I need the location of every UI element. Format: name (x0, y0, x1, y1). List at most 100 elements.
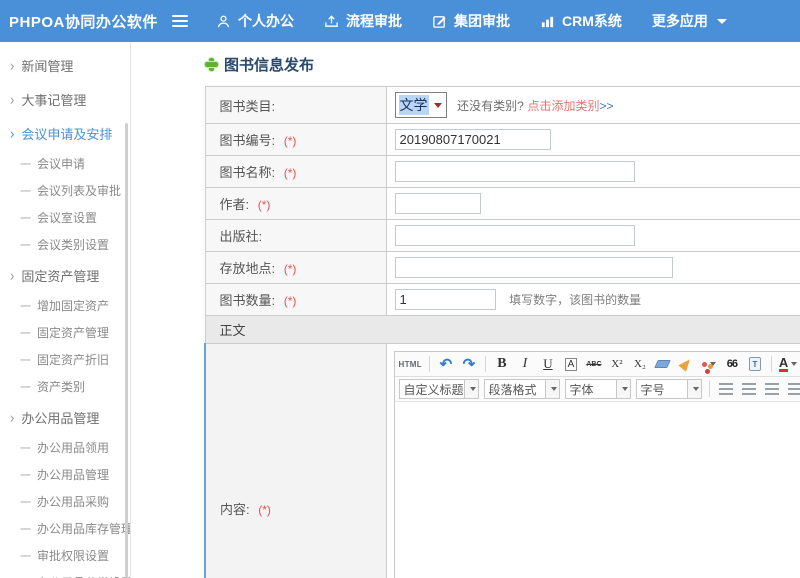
paste-icon[interactable]: T (746, 354, 764, 374)
add-plus-icon (205, 58, 218, 71)
nav-group-approval[interactable]: 集团审批 (432, 11, 510, 31)
quantity-input[interactable] (395, 289, 496, 310)
font-color-icon[interactable]: A (779, 354, 797, 374)
field-label: 内容: (220, 502, 250, 517)
publisher-input[interactable] (395, 225, 635, 246)
page-title: 图书信息发布 (205, 54, 800, 75)
custom-title-combo[interactable]: 自定义标题 (399, 379, 479, 399)
sidebar-item-asset-category[interactable]: 一 资产类别 (0, 373, 130, 400)
location-input[interactable] (395, 257, 673, 278)
form-row-quantity: 图书数量: (*) 填写数字，该图书的数量 (205, 284, 800, 316)
nav-label: 流程审批 (346, 11, 402, 31)
blockquote-icon[interactable]: 66 (723, 354, 741, 374)
field-label: 图书编号: (220, 133, 276, 148)
sidebar-item-supplies-purchase[interactable]: 一 办公用品采购 (0, 488, 130, 515)
sidebar-item-asset-manage[interactable]: 一 固定资产管理 (0, 319, 130, 346)
sidebar-item-meeting-apply[interactable]: 一 会议申请 (0, 150, 130, 177)
caret-down-icon (710, 362, 716, 366)
paragraph-format-combo[interactable]: 段落格式 (484, 379, 560, 399)
nav-crm-system[interactable]: CRM系统 (540, 11, 622, 31)
author-input[interactable] (395, 193, 481, 214)
undo-icon[interactable]: ↶ (437, 354, 455, 374)
align-right-icon[interactable] (763, 379, 781, 399)
add-category-arrows[interactable]: >> (599, 99, 613, 113)
form-row-category: 图书类目: 文学 还没有类别? 点击添加类别>> (205, 87, 800, 124)
dash-icon: 一 (20, 352, 31, 368)
main-content: 图书信息发布 图书类目: 文学 还没有类别? 点击添加类别>> 图书编号 (132, 42, 800, 578)
subscript-icon[interactable]: X₂ (631, 354, 649, 374)
sidebar-item-asset-depreciation[interactable]: 一 固定资产折旧 (0, 346, 130, 373)
form-row-book-name: 图书名称: (*) (205, 156, 800, 188)
sidebar-item-asset-add[interactable]: 一 增加固定资产 (0, 292, 130, 319)
sidebar-group-supplies[interactable]: › 办公用品管理 (0, 400, 130, 434)
sidebar-group-assets[interactable]: › 固定资产管理 (0, 258, 130, 292)
toolbar-separator (485, 356, 486, 372)
chevron-right-icon: › (10, 267, 14, 284)
dash-icon: 一 (20, 575, 31, 578)
category-select[interactable]: 文学 (395, 92, 447, 118)
caret-down-icon (717, 19, 727, 24)
nav-label: 集团审批 (454, 11, 510, 31)
font-border-icon[interactable]: A (565, 358, 578, 371)
sidebar-item-supplies-claim[interactable]: 一 办公用品领用 (0, 434, 130, 461)
align-left-icon[interactable] (717, 379, 735, 399)
form-section-body: 正文 (205, 316, 800, 344)
nav-label: 个人办公 (238, 11, 294, 31)
sidebar-item-supplies-manage[interactable]: 一 办公用品管理 (0, 461, 130, 488)
html-source-button[interactable]: HTML (399, 354, 422, 374)
dash-icon: 一 (20, 237, 31, 253)
dash-icon: 一 (20, 548, 31, 564)
redo-icon[interactable]: ↷ (460, 354, 478, 374)
toolbar-separator (709, 381, 710, 397)
align-justify-icon[interactable] (786, 379, 800, 399)
editor-content-area[interactable] (395, 402, 800, 578)
auto-typeset-icon[interactable] (700, 354, 718, 374)
eraser-icon[interactable] (654, 354, 672, 374)
caret-down-icon (791, 362, 797, 366)
font-size-combo[interactable]: 字号 (636, 379, 702, 399)
sidebar-group-meeting[interactable]: › 会议申请及安排 (0, 116, 130, 150)
top-nav: 个人办公 流程审批 集团审批 (216, 11, 727, 31)
toolbar-separator (771, 356, 772, 372)
form-row-book-no: 图书编号: (*) (205, 124, 800, 156)
book-name-input[interactable] (395, 161, 635, 182)
align-center-icon[interactable] (740, 379, 758, 399)
required-mark: (*) (258, 198, 271, 212)
field-label: 图书名称: (220, 165, 276, 180)
sidebar-item-meeting-list[interactable]: 一 会议列表及审批 (0, 177, 130, 204)
flow-icon (324, 14, 339, 29)
sidebar-item-supplies-category[interactable]: 一 办公用品分类设置 (0, 569, 130, 578)
topbar: PHPOA协同办公软件 个人办公 流程审批 (0, 0, 800, 42)
font-family-combo[interactable]: 字体 (565, 379, 631, 399)
sidebar-item-approval-permission[interactable]: 一 审批权限设置 (0, 542, 130, 569)
book-no-input[interactable] (395, 129, 551, 150)
caret-down-icon (622, 387, 628, 391)
sidebar-item-meeting-category[interactable]: 一 会议类别设置 (0, 231, 130, 258)
add-category-link[interactable]: 点击添加类别 (527, 99, 599, 113)
dash-icon: 一 (20, 325, 31, 341)
form-row-content: 内容: (*) HTML ↶ ↷ B I U (205, 344, 800, 578)
required-mark: (*) (284, 262, 297, 276)
select-arrow-icon (434, 103, 442, 108)
sidebar-item-supplies-inventory[interactable]: 一 办公用品库存管理 (0, 515, 130, 542)
sidebar-item-meeting-room[interactable]: 一 会议室设置 (0, 204, 130, 231)
nav-more-apps[interactable]: 更多应用 (652, 11, 727, 31)
strikethrough-icon[interactable]: ABC (585, 354, 603, 374)
chevron-right-icon: › (10, 409, 14, 426)
sidebar-group-events[interactable]: › 大事记管理 (0, 82, 130, 116)
menu-toggle-icon[interactable] (172, 15, 188, 27)
bold-icon[interactable]: B (493, 354, 511, 374)
editor-toolbar-row1: HTML ↶ ↷ B I U A ABC X² X₂ (395, 352, 800, 377)
italic-icon[interactable]: I (516, 354, 534, 374)
format-brush-icon[interactable] (677, 354, 695, 374)
nav-process-approval[interactable]: 流程审批 (324, 11, 402, 31)
nav-personal-office[interactable]: 个人办公 (216, 11, 294, 31)
dash-icon: 一 (20, 521, 31, 537)
sidebar-group-news[interactable]: › 新闻管理 (0, 48, 130, 82)
underline-icon[interactable]: U (539, 354, 557, 374)
sidebar-scrollbar[interactable] (125, 123, 128, 578)
field-label: 存放地点: (220, 261, 276, 276)
superscript-icon[interactable]: X² (608, 354, 626, 374)
toolbar-separator (429, 356, 430, 372)
form-row-author: 作者: (*) (205, 188, 800, 220)
